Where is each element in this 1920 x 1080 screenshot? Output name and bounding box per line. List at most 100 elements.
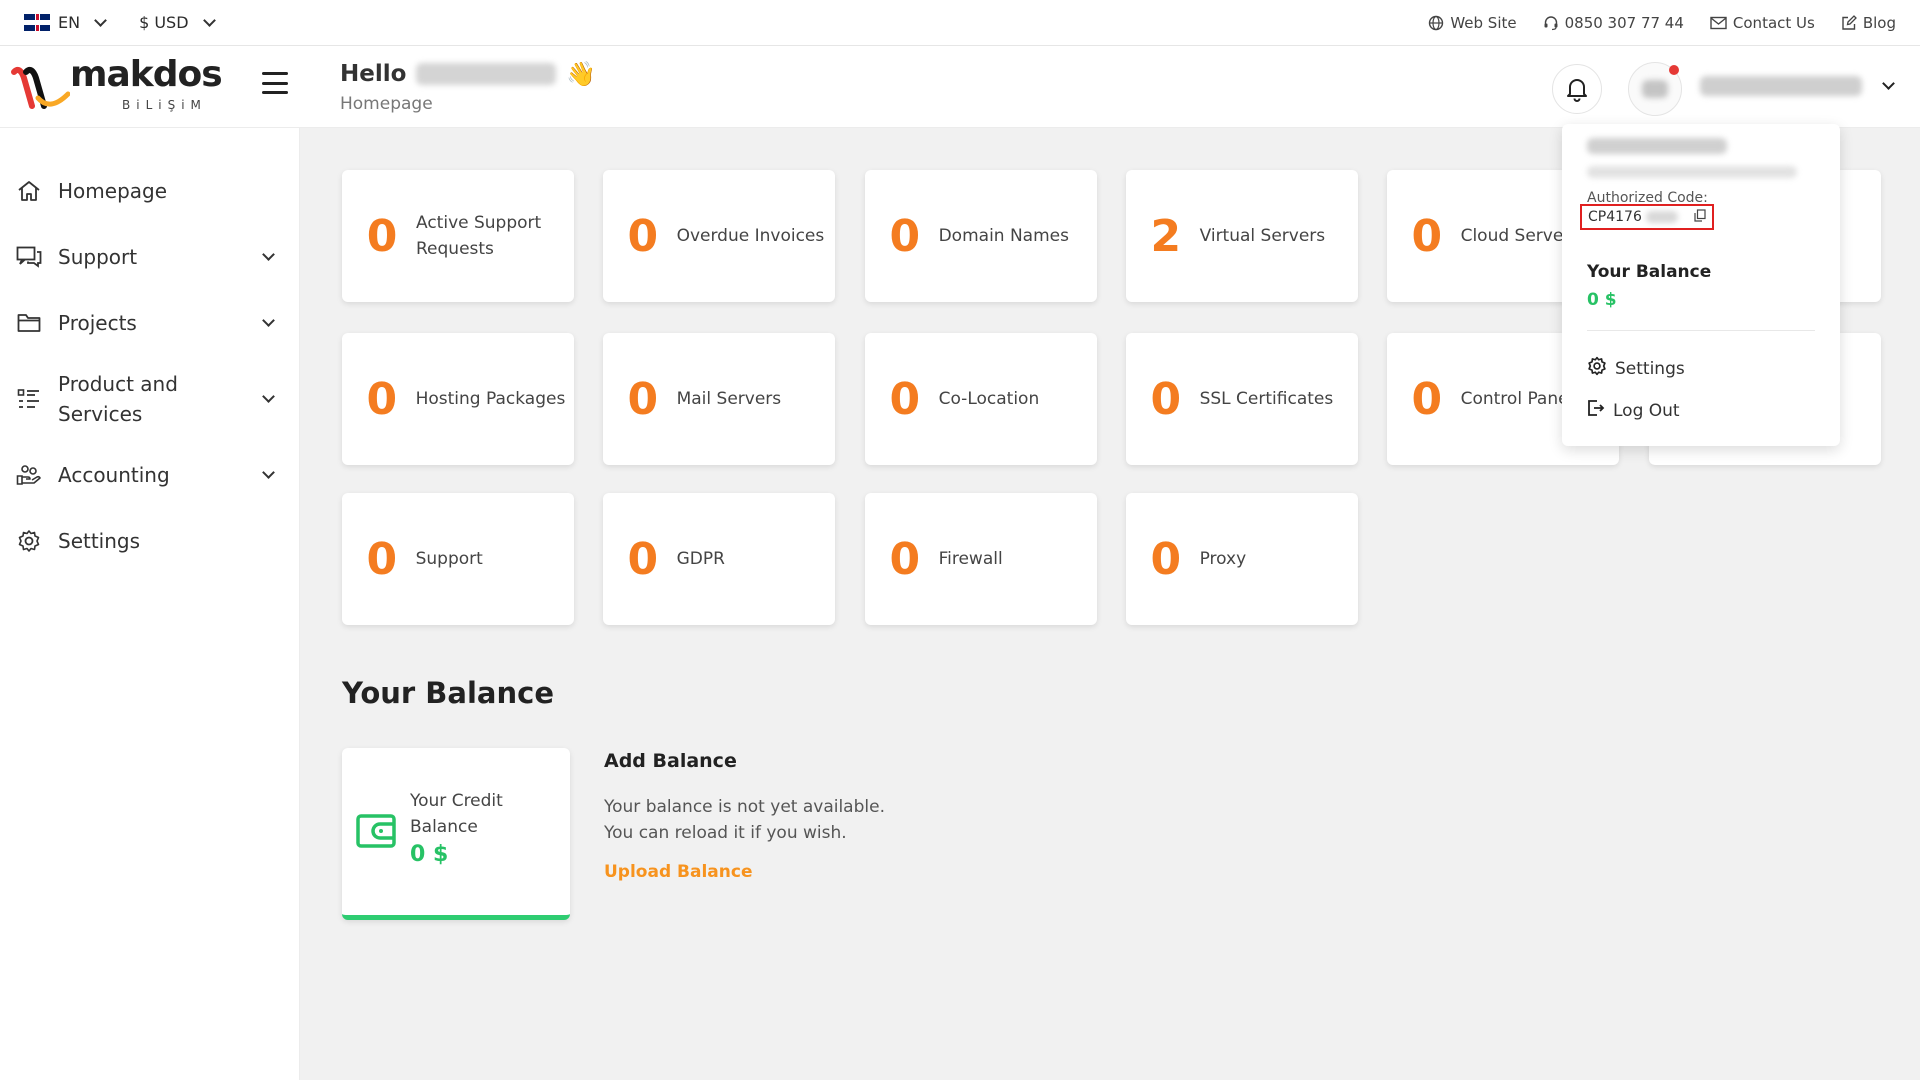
- blog-link[interactable]: Blog: [1841, 14, 1896, 32]
- user-dropdown-menu: Authorized Code: CP4176 Your Balance 0 $…: [1562, 124, 1840, 446]
- stat-value: 0: [1150, 373, 1182, 425]
- globe-icon: [1428, 15, 1444, 31]
- menu-toggle-icon[interactable]: [262, 72, 288, 94]
- currency-selector[interactable]: $ USD: [139, 13, 216, 32]
- stat-card-hosting-packages[interactable]: 0 Hosting Packages: [342, 333, 574, 465]
- stat-card-ssl-certificates[interactable]: 0 SSL Certificates: [1126, 333, 1358, 465]
- stat-card-gdpr[interactable]: 0 GDPR: [603, 493, 835, 625]
- stat-card-co-location[interactable]: 0 Co-Location: [865, 333, 1097, 465]
- stat-label: Virtual Servers: [1199, 226, 1326, 246]
- list-icon: [14, 388, 44, 410]
- credit-balance-value: 0 $: [410, 842, 449, 867]
- website-link-label: Web Site: [1450, 13, 1517, 32]
- stat-card-firewall[interactable]: 0 Firewall: [865, 493, 1097, 625]
- stat-value: 0: [366, 210, 398, 262]
- stat-label: Domain Names: [938, 226, 1069, 246]
- add-balance-description: Your balance is not yet available. You c…: [604, 794, 885, 846]
- sidebar-item-support[interactable]: Support: [0, 224, 299, 290]
- blurred-dropdown-email: [1587, 166, 1797, 178]
- top-utility-bar: EN $ USD Web Site 0850 307 77 44 Contact…: [0, 0, 1920, 46]
- credit-balance-label: Your Credit Balance: [410, 791, 503, 837]
- dropdown-logout-item[interactable]: Log Out: [1587, 399, 1680, 422]
- stat-card-active-support-requests[interactable]: 0 Active Support Requests: [342, 170, 574, 302]
- dropdown-settings-item[interactable]: Settings: [1587, 356, 1685, 381]
- greeting: Hello 👋: [340, 60, 596, 88]
- stat-value: 0: [627, 533, 659, 585]
- upload-balance-link[interactable]: Upload Balance: [604, 862, 752, 882]
- stat-value: 0: [1150, 533, 1182, 585]
- stat-label: GDPR: [676, 549, 725, 569]
- gear-icon: [14, 529, 44, 553]
- stat-label: Proxy: [1199, 549, 1247, 569]
- stat-value: 0: [1411, 210, 1443, 262]
- sidebar-item-label: Support: [58, 245, 138, 269]
- website-link[interactable]: Web Site: [1428, 13, 1517, 32]
- stat-value: 0: [627, 373, 659, 425]
- contact-link-label: Contact Us: [1732, 13, 1815, 32]
- stat-label: Hosting Packages: [415, 389, 566, 409]
- stat-value: 0: [366, 373, 398, 425]
- stat-card-overdue-invoices[interactable]: 0 Overdue Invoices: [603, 170, 835, 302]
- sidebar-item-accounting[interactable]: Accounting: [0, 442, 299, 508]
- add-balance-desc-line: You can reload it if you wish.: [604, 823, 847, 843]
- stat-value: 0: [627, 210, 659, 262]
- credit-balance-card: Your Credit Balance 0 $: [342, 748, 570, 920]
- chevron-down-icon: [262, 390, 275, 403]
- add-balance-title: Add Balance: [604, 750, 737, 772]
- sidebar-item-settings[interactable]: Settings: [0, 508, 299, 574]
- balance-section-title: Your Balance: [342, 676, 554, 710]
- stat-label: Mail Servers: [676, 389, 782, 409]
- notifications-button[interactable]: [1552, 64, 1602, 114]
- stat-card-support[interactable]: 0 Support: [342, 493, 574, 625]
- chevron-down-icon: [202, 13, 216, 27]
- stat-card-mail-servers[interactable]: 0 Mail Servers: [603, 333, 835, 465]
- logo-mark-icon: [11, 67, 70, 109]
- stat-label: Co-Location: [938, 389, 1040, 409]
- logo-subtext: BiLiŞiM: [122, 98, 207, 112]
- blurred-full-name: [1700, 76, 1862, 96]
- stat-label: Support: [415, 549, 483, 569]
- stat-card-virtual-servers[interactable]: 2 Virtual Servers: [1126, 170, 1358, 302]
- dropdown-divider: [1587, 330, 1815, 331]
- stat-value: 0: [889, 533, 921, 585]
- authorized-code-value: CP4176: [1588, 209, 1642, 225]
- gear-icon: [1587, 356, 1607, 381]
- waving-hand-icon: 👋: [566, 60, 597, 88]
- chevron-down-icon: [94, 13, 107, 27]
- blurred-avatar-initials: [1642, 80, 1668, 98]
- home-icon: [14, 180, 44, 202]
- makdos-logo[interactable]: makdos BiLiŞiM: [10, 54, 223, 114]
- sidebar-item-homepage[interactable]: Homepage: [0, 158, 299, 224]
- sidebar-item-product-and-services[interactable]: Product and Services: [0, 356, 299, 442]
- bell-icon: [1567, 79, 1587, 102]
- folder-icon: [14, 313, 44, 333]
- stat-label: SSL Certificates: [1199, 389, 1334, 409]
- add-balance-desc-line: Your balance is not yet available.: [604, 797, 885, 817]
- contact-link[interactable]: Contact Us: [1710, 14, 1815, 32]
- stat-card-domain-names[interactable]: 0 Domain Names: [865, 170, 1097, 302]
- hand-coins-icon: [14, 464, 44, 486]
- logout-icon: [1587, 399, 1605, 422]
- sidebar-item-label: Homepage: [58, 179, 168, 203]
- blurred-dropdown-name: [1587, 138, 1727, 154]
- currency-label: $ USD: [139, 13, 189, 32]
- logo-wordmark: makdos: [70, 54, 223, 95]
- user-menu-toggle[interactable]: [1700, 76, 1895, 96]
- greeting-label: Hello: [340, 61, 407, 87]
- sidebar-item-projects[interactable]: Projects: [0, 290, 299, 356]
- language-selector[interactable]: EN: [24, 13, 107, 32]
- headset-icon: [1543, 15, 1559, 31]
- stat-value: 0: [889, 373, 921, 425]
- blog-link-label: Blog: [1862, 13, 1896, 32]
- user-avatar[interactable]: [1628, 62, 1682, 116]
- breadcrumb: Homepage: [340, 94, 433, 114]
- phone-link[interactable]: 0850 307 77 44: [1543, 14, 1684, 32]
- stat-card-proxy[interactable]: 0 Proxy: [1126, 493, 1358, 625]
- chevron-down-icon: [1882, 77, 1895, 90]
- notification-dot: [1669, 65, 1679, 75]
- sidebar-item-label: Projects: [58, 311, 137, 335]
- stat-value: 0: [889, 210, 921, 262]
- copy-icon[interactable]: [1694, 208, 1706, 226]
- uk-flag-icon: [24, 14, 50, 31]
- chevron-down-icon: [262, 466, 275, 479]
